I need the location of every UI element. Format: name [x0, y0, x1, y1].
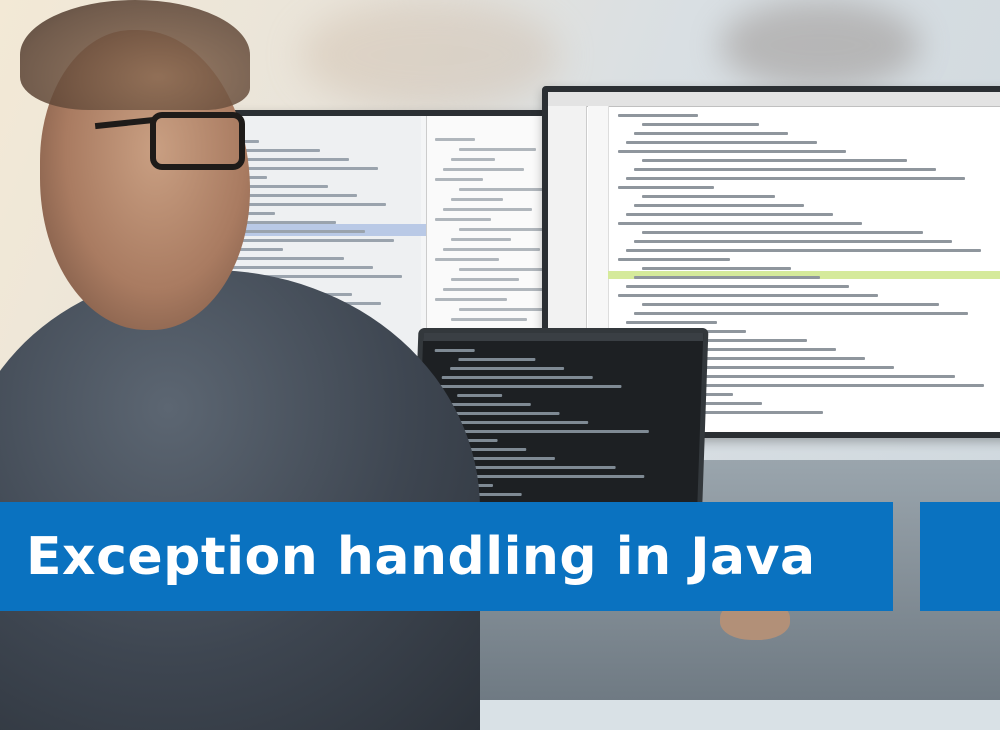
laptop-menu-bar — [423, 333, 704, 341]
code-line — [443, 168, 524, 171]
banner-title: Exception handling in Java — [26, 526, 816, 587]
code-line — [435, 138, 475, 141]
code-line — [642, 231, 923, 234]
code-line — [451, 238, 511, 241]
code-line — [626, 141, 817, 144]
code-line — [618, 114, 698, 117]
code-line — [443, 208, 532, 211]
code-line — [634, 132, 788, 135]
code-line — [450, 367, 565, 370]
blurred-coworker — [300, 0, 560, 110]
code-line — [435, 258, 499, 261]
code-line — [434, 349, 475, 352]
code-line — [634, 168, 936, 171]
developer-hair — [20, 0, 250, 110]
code-line — [223, 257, 344, 260]
code-line — [441, 376, 593, 379]
code-line — [618, 186, 714, 189]
code-line — [459, 148, 536, 151]
code-line — [626, 249, 981, 252]
code-line — [451, 278, 519, 281]
code-line — [458, 358, 536, 361]
code-line — [448, 403, 531, 406]
code-line — [634, 240, 952, 243]
code-line — [626, 177, 965, 180]
editor-tab-bar — [548, 92, 1000, 107]
code-line — [451, 158, 495, 161]
code-line — [435, 298, 507, 301]
code-line — [618, 222, 862, 225]
code-line — [459, 188, 544, 191]
code-line — [626, 321, 717, 324]
glasses-icon — [150, 112, 245, 170]
code-line — [618, 150, 846, 153]
blurred-coworker — [720, 0, 920, 90]
code-line — [642, 303, 939, 306]
code-line — [642, 195, 775, 198]
code-line — [459, 228, 552, 231]
code-line — [626, 213, 833, 216]
code-line — [433, 385, 622, 388]
code-line — [457, 394, 503, 397]
code-line — [642, 123, 759, 126]
code-line — [634, 312, 968, 315]
code-line — [642, 267, 791, 270]
code-line — [642, 159, 907, 162]
code-line — [618, 294, 878, 297]
code-line — [215, 266, 373, 269]
code-line — [443, 288, 548, 291]
banner-accent-block — [920, 502, 1000, 611]
code-line — [626, 285, 849, 288]
code-line — [634, 276, 820, 279]
code-line — [455, 430, 649, 433]
code-line — [435, 218, 491, 221]
code-line — [435, 178, 483, 181]
code-line — [451, 198, 503, 201]
code-line — [454, 466, 616, 469]
code-line — [618, 258, 730, 261]
code-line — [634, 204, 804, 207]
title-banner: Exception handling in Java — [0, 502, 893, 611]
code-line — [443, 248, 540, 251]
code-line — [451, 318, 527, 321]
